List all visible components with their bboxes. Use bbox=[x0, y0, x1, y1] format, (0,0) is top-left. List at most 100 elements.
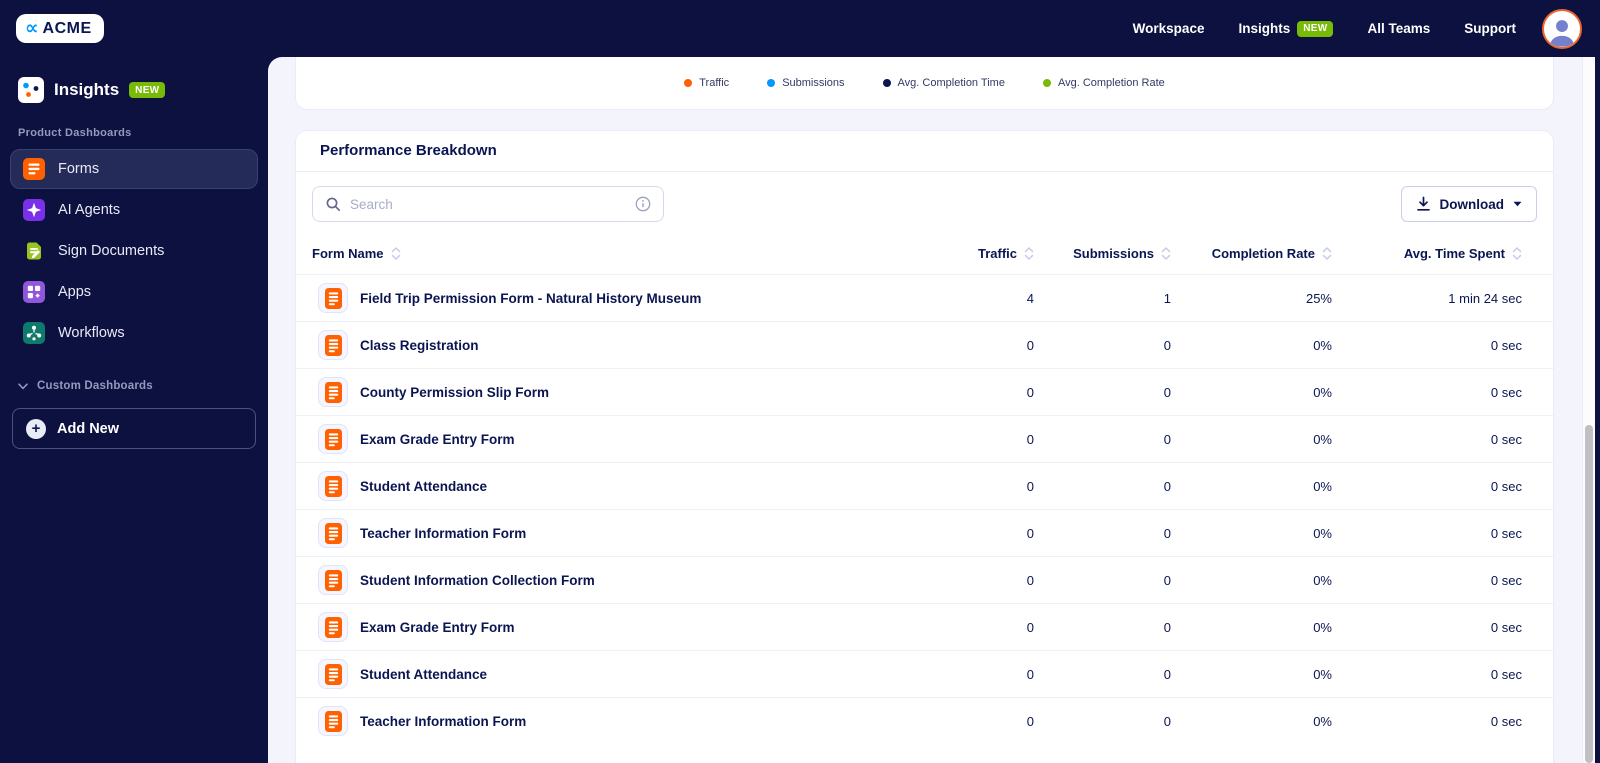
completion-rate-value: 0% bbox=[1313, 478, 1332, 494]
table-row[interactable]: Student Information Collection Form 0 0 … bbox=[296, 556, 1553, 603]
avg-time-spent-value: 0 sec bbox=[1490, 384, 1522, 400]
new-badge: NEW bbox=[1297, 20, 1334, 37]
form-icon bbox=[318, 330, 348, 360]
form-name-link[interactable]: Teacher Information Form bbox=[360, 526, 526, 541]
sort-icon[interactable] bbox=[1024, 246, 1034, 260]
form-icon bbox=[318, 659, 348, 689]
form-name-link[interactable]: Field Trip Permission Form - Natural His… bbox=[360, 291, 701, 306]
form-icon bbox=[318, 377, 348, 407]
form-icon bbox=[318, 565, 348, 595]
form-name-link[interactable]: County Permission Slip Form bbox=[360, 385, 549, 400]
form-name-cell: Student Attendance bbox=[312, 471, 914, 501]
sidebar-title: Insights bbox=[54, 80, 120, 99]
table-row[interactable]: Teacher Information Form 0 0 0% 0 sec bbox=[296, 697, 1553, 744]
form-name-link[interactable]: Student Attendance bbox=[360, 479, 487, 494]
form-name-cell: Exam Grade Entry Form bbox=[312, 612, 914, 642]
nav-workspace[interactable]: Workspace bbox=[1133, 21, 1205, 36]
table-row[interactable]: Student Attendance 0 0 0% 0 sec bbox=[296, 462, 1553, 509]
submissions-value: 0 bbox=[1163, 572, 1171, 588]
form-name-link[interactable]: Student Information Collection Form bbox=[360, 573, 595, 588]
legend-dot-avg-completion-time bbox=[882, 79, 891, 87]
legend-avg-completion-time[interactable]: Avg. Completion Time bbox=[882, 77, 1005, 89]
sidebar-item-ai-agents[interactable]: AI Agents bbox=[10, 190, 258, 230]
sort-icon[interactable] bbox=[391, 246, 401, 260]
completion-rate-value: 0% bbox=[1313, 666, 1332, 682]
form-name-link[interactable]: Class Registration bbox=[360, 338, 479, 353]
search-icon bbox=[326, 197, 340, 211]
download-button[interactable]: Download bbox=[1400, 186, 1537, 222]
sort-icon[interactable] bbox=[1161, 246, 1171, 260]
table-row[interactable]: Exam Grade Entry Form 0 0 0% 0 sec bbox=[296, 415, 1553, 462]
form-name-cell: Exam Grade Entry Form bbox=[312, 424, 914, 454]
submissions-value: 0 bbox=[1163, 478, 1171, 494]
traffic-value: 0 bbox=[1026, 384, 1034, 400]
sidebar-insights-header[interactable]: Insights NEW bbox=[10, 71, 258, 119]
sidebar-item-workflows[interactable]: Workflows bbox=[10, 313, 258, 353]
scrollbar-track[interactable] bbox=[1582, 57, 1595, 763]
search-input[interactable] bbox=[350, 196, 626, 212]
caret-down-icon bbox=[1513, 201, 1522, 207]
form-name-link[interactable]: Teacher Information Form bbox=[360, 714, 526, 729]
completion-rate-value: 0% bbox=[1313, 713, 1332, 729]
traffic-value: 0 bbox=[1026, 478, 1034, 494]
panel-title-row: Performance Breakdown bbox=[296, 131, 1553, 172]
table-row[interactable]: Teacher Information Form 0 0 0% 0 sec bbox=[296, 509, 1553, 556]
avg-time-spent-value: 0 sec bbox=[1490, 619, 1522, 635]
column-header-submissions[interactable]: Submissions bbox=[1034, 246, 1171, 261]
column-header-form-name[interactable]: Form Name bbox=[312, 246, 914, 261]
form-name-link[interactable]: Student Attendance bbox=[360, 667, 487, 682]
submissions-value: 0 bbox=[1163, 619, 1171, 635]
submissions-value: 0 bbox=[1163, 384, 1171, 400]
table-row[interactable]: County Permission Slip Form 0 0 0% 0 sec bbox=[296, 368, 1553, 415]
avg-time-spent-value: 0 sec bbox=[1490, 525, 1522, 541]
acme-logo[interactable]: ∝ ACME bbox=[16, 14, 104, 43]
legend-submissions[interactable]: Submissions bbox=[767, 77, 845, 89]
form-icon bbox=[318, 518, 348, 548]
nav-all-teams[interactable]: All Teams bbox=[1367, 21, 1430, 36]
sidebar-new-badge: NEW bbox=[129, 82, 166, 98]
search-box[interactable] bbox=[312, 186, 664, 222]
traffic-value: 0 bbox=[1026, 713, 1034, 729]
table-row[interactable]: Field Trip Permission Form - Natural His… bbox=[296, 274, 1553, 321]
avg-time-spent-value: 0 sec bbox=[1490, 572, 1522, 588]
scrollbar-thumb[interactable] bbox=[1584, 425, 1593, 763]
submissions-value: 0 bbox=[1163, 713, 1171, 729]
add-new-button[interactable]: + Add New bbox=[12, 408, 256, 449]
form-icon bbox=[318, 612, 348, 642]
form-name-cell: Field Trip Permission Form - Natural His… bbox=[312, 283, 914, 313]
traffic-value: 0 bbox=[1026, 572, 1034, 588]
submissions-value: 1 bbox=[1163, 290, 1171, 306]
sidebar-item-forms[interactable]: Forms bbox=[10, 149, 258, 189]
form-name-cell: Student Information Collection Form bbox=[312, 565, 914, 595]
avg-time-spent-value: 0 sec bbox=[1490, 666, 1522, 682]
sort-icon[interactable] bbox=[1322, 246, 1332, 260]
performance-breakdown-panel: Performance Breakdown Download Form Name… bbox=[295, 130, 1554, 763]
legend-avg-completion-rate[interactable]: Avg. Completion Rate bbox=[1042, 77, 1165, 89]
sort-icon[interactable] bbox=[1512, 246, 1522, 260]
info-icon[interactable] bbox=[635, 196, 651, 212]
user-avatar[interactable] bbox=[1542, 8, 1582, 49]
form-name-link[interactable]: Exam Grade Entry Form bbox=[360, 432, 515, 447]
column-header-traffic[interactable]: Traffic bbox=[914, 246, 1034, 261]
column-header-completion-rate[interactable]: Completion Rate bbox=[1171, 246, 1332, 261]
nav-insights[interactable]: Insights NEW bbox=[1238, 20, 1334, 37]
nav-support[interactable]: Support bbox=[1464, 21, 1516, 36]
table-row[interactable]: Class Registration 0 0 0% 0 sec bbox=[296, 321, 1553, 368]
table-row[interactable]: Student Attendance 0 0 0% 0 sec bbox=[296, 650, 1553, 697]
form-name-cell: County Permission Slip Form bbox=[312, 377, 914, 407]
completion-rate-value: 25% bbox=[1305, 290, 1332, 306]
sidebar-item-apps[interactable]: Apps bbox=[10, 272, 258, 312]
chevron-down-icon bbox=[18, 382, 28, 389]
traffic-value: 0 bbox=[1026, 431, 1034, 447]
traffic-value: 0 bbox=[1026, 337, 1034, 353]
form-name-link[interactable]: Exam Grade Entry Form bbox=[360, 620, 515, 635]
section-product-dashboards: Product Dashboards bbox=[18, 127, 132, 139]
column-header-avg-time-spent[interactable]: Avg. Time Spent bbox=[1332, 246, 1522, 261]
custom-dashboards-toggle[interactable]: Custom Dashboards bbox=[10, 354, 258, 404]
table-row[interactable]: Exam Grade Entry Form 0 0 0% 0 sec bbox=[296, 603, 1553, 650]
form-icon bbox=[318, 706, 348, 736]
sidebar-item-sign-documents[interactable]: Sign Documents bbox=[10, 231, 258, 271]
legend-dot-traffic bbox=[684, 79, 693, 87]
legend-traffic[interactable]: Traffic bbox=[684, 77, 729, 89]
avg-time-spent-value: 0 sec bbox=[1490, 337, 1522, 353]
